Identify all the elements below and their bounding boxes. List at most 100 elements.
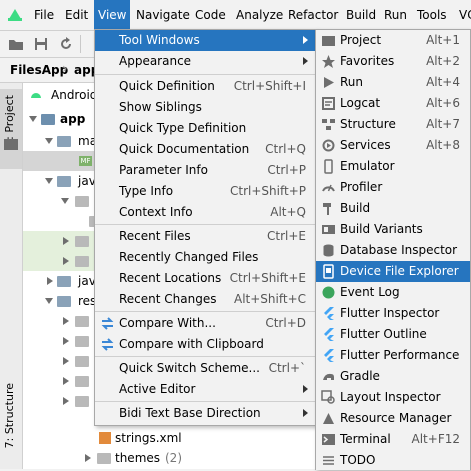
menu-item-label: Profiler xyxy=(340,180,383,194)
collapse-arrow-icon[interactable] xyxy=(63,257,69,265)
menu-item-shortcut: Ctrl+Shift+E xyxy=(229,271,306,285)
tool-window-database-inspector[interactable]: Database Inspector xyxy=(316,240,470,261)
menu-separator xyxy=(95,401,316,402)
menu-item-quick-documentation[interactable]: Quick Documentation Ctrl+Q xyxy=(95,139,316,160)
tool-window-project[interactable]: Project Alt+1 xyxy=(316,30,470,51)
menu-item-label: Logcat xyxy=(340,96,381,110)
expand-arrow-icon[interactable] xyxy=(45,298,53,304)
menu-tools[interactable]: Tools xyxy=(417,0,447,30)
resource-manager-icon xyxy=(323,413,334,424)
folder-icon xyxy=(75,396,89,407)
menu-separator xyxy=(95,311,316,312)
left-tool-strip: 1: Project 7: Structure xyxy=(0,83,23,469)
submenu-arrow-icon xyxy=(303,57,308,65)
menu-item-label: Flutter Performance xyxy=(340,348,460,362)
menu-item-parameter-info[interactable]: Parameter Info Ctrl+P xyxy=(95,160,316,181)
menu-item-compare-with-clipboard[interactable]: Compare with Clipboard xyxy=(95,334,316,355)
collapse-arrow-icon[interactable] xyxy=(63,357,69,365)
tool-window-event-log[interactable]: Event Log xyxy=(316,282,470,303)
menu-item-recent-locations[interactable]: Recent Locations Ctrl+Shift+E xyxy=(95,268,316,289)
menu-refactor[interactable]: Refactor xyxy=(288,0,338,30)
menu-item-tool-windows[interactable]: Tool Windows xyxy=(95,30,316,51)
tool-window-favorites[interactable]: Favorites Alt+2 xyxy=(316,51,470,72)
tool-window-layout-inspector[interactable]: Layout Inspector xyxy=(316,387,470,408)
menu-item-compare-with[interactable]: Compare With... Ctrl+D xyxy=(95,313,316,334)
menu-item-recently-changed-files[interactable]: Recently Changed Files xyxy=(95,247,316,268)
sync-icon[interactable] xyxy=(58,36,74,52)
save-icon[interactable] xyxy=(33,36,49,52)
menu-edit[interactable]: Edit xyxy=(65,0,88,30)
menu-item-label: TODO xyxy=(340,453,376,467)
package-icon xyxy=(75,196,89,207)
tool-window-run[interactable]: Run Alt+4 xyxy=(316,72,470,93)
profiler-icon xyxy=(322,184,335,192)
tool-window-logcat[interactable]: Logcat Alt+6 xyxy=(316,93,470,114)
menu-item-type-info[interactable]: Type Info Ctrl+Shift+P xyxy=(95,181,316,202)
tool-window-terminal[interactable]: Terminal Alt+F12 xyxy=(316,429,470,450)
expand-arrow-icon[interactable] xyxy=(61,198,69,204)
menu-view[interactable]: View xyxy=(94,0,131,30)
expand-arrow-icon[interactable] xyxy=(45,178,53,184)
collapse-arrow-icon[interactable] xyxy=(63,377,69,385)
tool-window-resource-manager[interactable]: Resource Manager xyxy=(316,408,470,429)
flutter-icon xyxy=(324,328,334,341)
menu-vcs[interactable]: VC xyxy=(459,0,471,30)
tool-window-flutter-outline[interactable]: Flutter Outline xyxy=(316,324,470,345)
collapse-arrow-icon[interactable] xyxy=(85,454,91,462)
tool-windows-submenu: Project Alt+1 Favorites Alt+2 Run Alt+4 … xyxy=(315,29,471,470)
menu-item-label: Quick Definition xyxy=(119,79,215,93)
tool-window-emulator[interactable]: Emulator xyxy=(316,156,470,177)
breadcrumb-project[interactable]: FilesApp xyxy=(10,63,68,77)
tool-window-gradle[interactable]: Gradle xyxy=(316,366,470,387)
expand-arrow-icon[interactable] xyxy=(29,116,37,122)
menu-item-active-editor[interactable]: Active Editor xyxy=(95,379,316,400)
menu-item-recent-changes[interactable]: Recent Changes Alt+Shift+C xyxy=(95,289,316,310)
menu-analyze[interactable]: Analyze xyxy=(236,0,283,30)
menu-build[interactable]: Build xyxy=(346,0,376,30)
menu-navigate[interactable]: Navigate xyxy=(136,0,190,30)
collapse-arrow-icon[interactable] xyxy=(63,237,69,245)
expand-arrow-icon[interactable] xyxy=(45,138,53,144)
tool-window-structure[interactable]: Structure Alt+7 xyxy=(316,114,470,135)
services-icon xyxy=(322,139,335,152)
menu-item-shortcut: Ctrl+Shift+P xyxy=(230,184,306,198)
xml-file-icon xyxy=(99,432,111,444)
todo-icon xyxy=(323,456,334,465)
menu-item-quick-switch-scheme[interactable]: Quick Switch Scheme... Ctrl+` xyxy=(95,358,316,379)
menu-item-appearance[interactable]: Appearance xyxy=(95,51,316,72)
menu-item-bidi-text-base-direction[interactable]: Bidi Text Base Direction xyxy=(95,403,316,424)
menu-item-label: Quick Type Definition xyxy=(119,121,247,135)
menu-item-label: Flutter Outline xyxy=(340,327,427,341)
collapse-arrow-icon[interactable] xyxy=(47,277,53,285)
menu-item-label: Show Siblings xyxy=(119,100,202,114)
collapse-arrow-icon[interactable] xyxy=(63,397,69,405)
tool-window-build[interactable]: Build xyxy=(316,198,470,219)
collapse-arrow-icon[interactable] xyxy=(63,317,69,325)
tool-window-services[interactable]: Services Alt+8 xyxy=(316,135,470,156)
tool-window-todo[interactable]: TODO xyxy=(316,450,470,471)
module-folder-icon xyxy=(41,114,55,125)
build-variants-icon xyxy=(322,225,335,234)
menu-item-quick-type-definition[interactable]: Quick Type Definition xyxy=(95,118,316,139)
tool-window-profiler[interactable]: Profiler xyxy=(316,177,470,198)
menu-file[interactable]: File xyxy=(34,0,54,30)
tool-window-device-file-explorer[interactable]: Device File Explorer xyxy=(316,261,470,282)
menu-item-recent-files[interactable]: Recent Files Ctrl+E xyxy=(95,226,316,247)
tool-window-flutter-inspector[interactable]: Flutter Inspector xyxy=(316,303,470,324)
tool-window-flutter-performance[interactable]: Flutter Performance xyxy=(316,345,470,366)
folder-icon xyxy=(75,356,89,367)
menu-item-context-info[interactable]: Context Info Alt+Q xyxy=(95,202,316,223)
menu-item-shortcut: Alt+F12 xyxy=(411,432,460,446)
menu-run[interactable]: Run xyxy=(384,0,407,30)
android-studio-logo-icon xyxy=(8,9,22,21)
menu-code[interactable]: Code xyxy=(195,0,226,30)
open-folder-icon[interactable] xyxy=(8,36,24,52)
folder-icon xyxy=(57,176,71,187)
menu-item-label: Device File Explorer xyxy=(340,264,459,278)
collapse-arrow-icon[interactable] xyxy=(63,337,69,345)
structure-tool-label[interactable]: 7: Structure xyxy=(3,383,16,448)
menu-item-show-siblings[interactable]: Show Siblings xyxy=(95,97,316,118)
menu-item-quick-definition[interactable]: Quick Definition Ctrl+Shift+I xyxy=(95,76,316,97)
tool-window-build-variants[interactable]: Build Variants xyxy=(316,219,470,240)
menu-item-shortcut: Ctrl+Shift+I xyxy=(233,79,306,93)
